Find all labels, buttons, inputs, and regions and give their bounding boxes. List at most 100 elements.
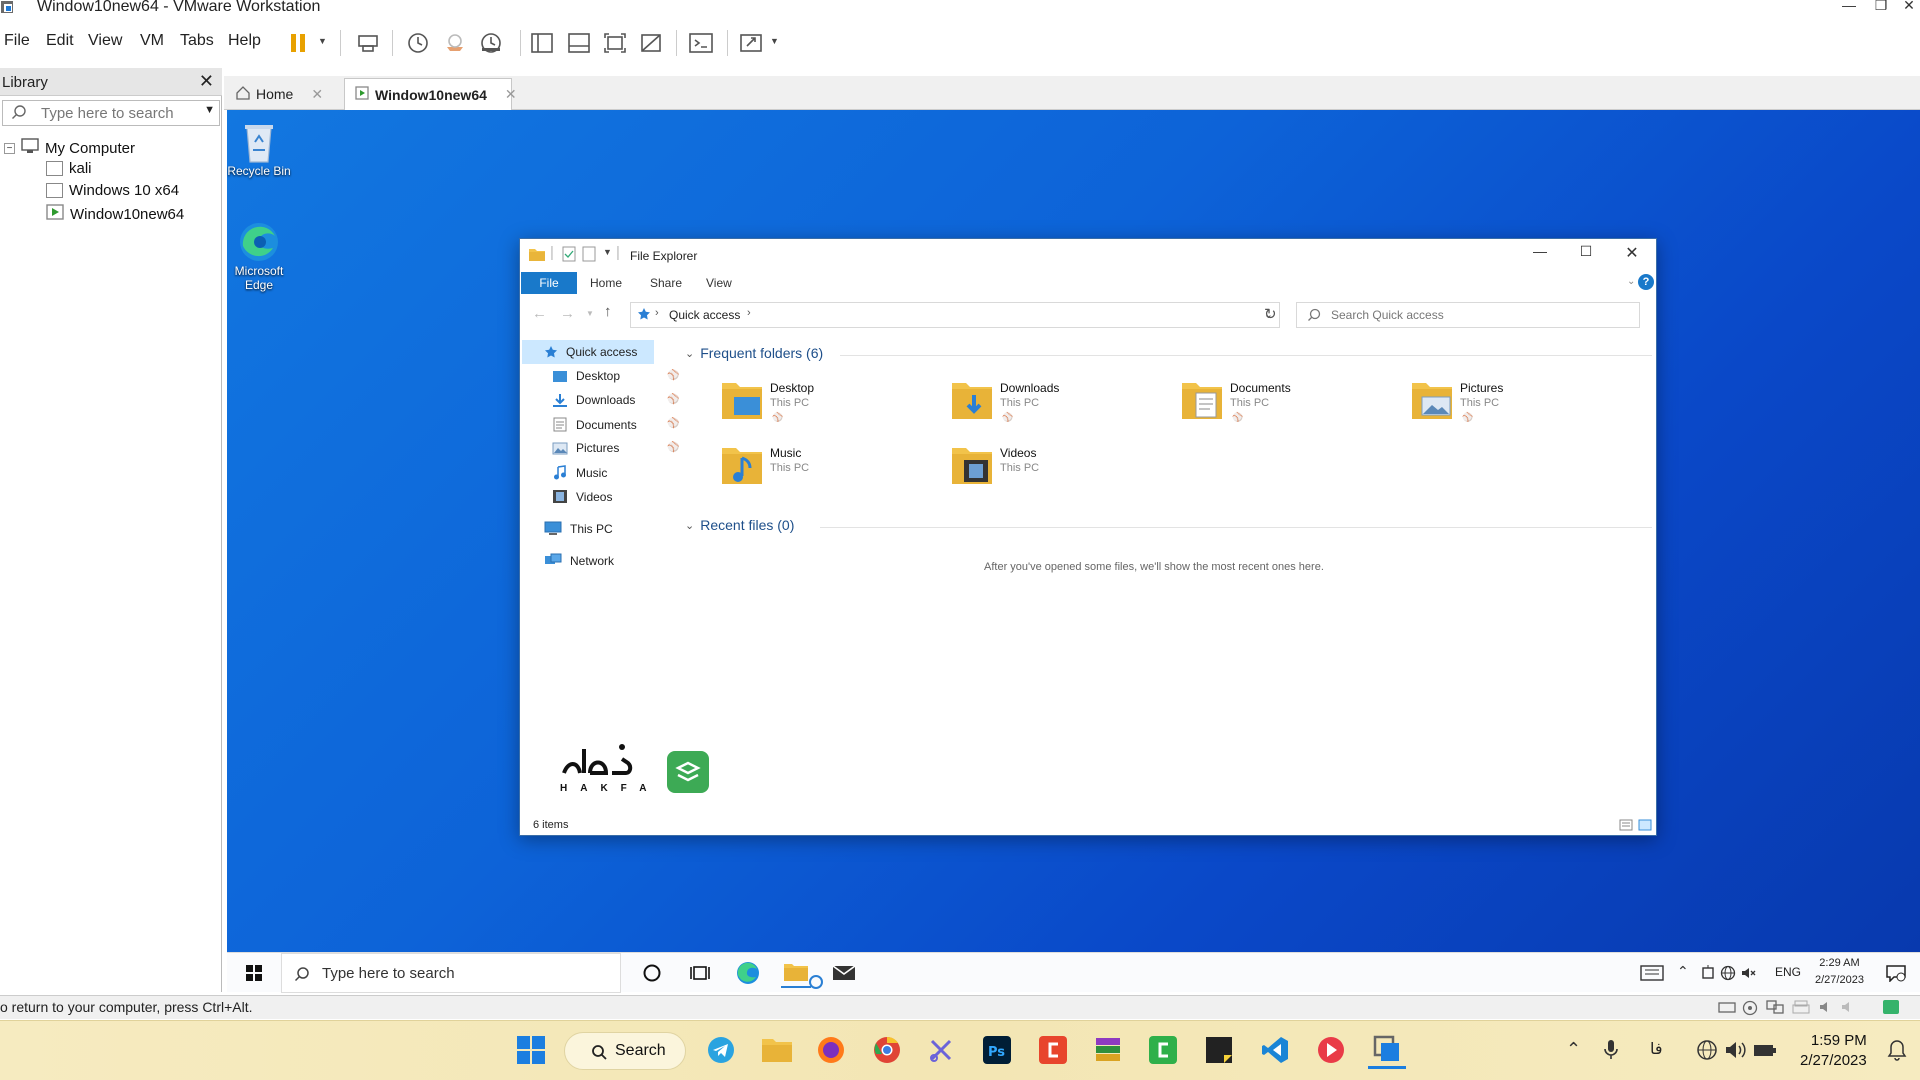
nav-downloads[interactable]: Downloads bbox=[552, 393, 635, 407]
cortana-icon[interactable] bbox=[637, 958, 667, 988]
stretch-guest-icon[interactable] bbox=[736, 28, 766, 58]
winrar-icon[interactable] bbox=[1089, 1031, 1127, 1069]
host-clock[interactable]: 1:59 PM 2/27/2023 bbox=[1800, 1031, 1867, 1071]
close-library-icon[interactable]: ✕ bbox=[199, 71, 214, 92]
menu-file[interactable]: File bbox=[4, 32, 30, 50]
tree-item-windows10[interactable]: Windows 10 x64 bbox=[46, 182, 179, 199]
nav-documents[interactable]: Documents bbox=[552, 417, 637, 432]
host-show-hidden-icons-icon[interactable]: ⌃ bbox=[1566, 1039, 1581, 1060]
menu-help[interactable]: Help bbox=[228, 32, 261, 50]
nav-quick-access[interactable]: Quick access bbox=[544, 345, 637, 359]
ribbon-tab-share[interactable]: Share bbox=[640, 272, 692, 294]
firefox-icon[interactable] bbox=[812, 1031, 850, 1069]
stretch-dropdown-icon[interactable]: ▼ bbox=[770, 36, 779, 46]
nav-network[interactable]: Network bbox=[544, 553, 614, 568]
sticky-notes-icon[interactable] bbox=[1200, 1031, 1238, 1069]
full-screen-icon[interactable] bbox=[600, 28, 630, 58]
thumbnail-bar-icon[interactable] bbox=[564, 28, 594, 58]
show-hidden-icons-icon[interactable]: ⌃ bbox=[1677, 963, 1689, 980]
pause-dropdown-icon[interactable]: ▼ bbox=[318, 36, 327, 46]
tab-home[interactable]: Home ✕ bbox=[226, 78, 328, 110]
search-dropdown-icon[interactable]: ▼ bbox=[204, 104, 215, 116]
tree-my-computer[interactable]: − My Computer bbox=[4, 138, 135, 158]
microphone-icon[interactable] bbox=[1592, 1031, 1630, 1069]
large-icons-view-icon[interactable] bbox=[1638, 818, 1652, 835]
quick-access-toolbar-dropdown-icon[interactable]: ▼ bbox=[603, 247, 612, 257]
refresh-icon[interactable]: ↻ bbox=[1264, 305, 1277, 323]
up-icon[interactable]: ↑ bbox=[604, 303, 612, 320]
hard-disk-icon[interactable] bbox=[1718, 1000, 1736, 1018]
new-folder-icon[interactable] bbox=[582, 246, 596, 266]
guest-desktop[interactable]: Recycle Bin Microsoft Edge | ▼ | File Ex… bbox=[227, 110, 1920, 952]
host-file-explorer-icon[interactable] bbox=[758, 1031, 796, 1069]
guest-clock[interactable]: 2:29 AM 2/27/2023 bbox=[1815, 955, 1864, 989]
console-view-icon[interactable] bbox=[686, 28, 716, 58]
help-icon[interactable]: ? bbox=[1638, 274, 1654, 290]
cd-dvd-icon[interactable] bbox=[1742, 1000, 1758, 1020]
nav-music[interactable]: Music bbox=[552, 465, 607, 480]
sound-muted-icon[interactable] bbox=[1840, 1000, 1856, 1018]
touch-keyboard-icon[interactable] bbox=[1637, 958, 1667, 988]
guest-language[interactable]: ENG bbox=[1775, 965, 1801, 979]
kinemaster-icon[interactable] bbox=[1312, 1031, 1350, 1069]
red-app-icon[interactable] bbox=[1034, 1031, 1072, 1069]
back-icon[interactable]: ← bbox=[532, 305, 547, 322]
menu-vm[interactable]: VM bbox=[140, 32, 164, 50]
pause-icon[interactable] bbox=[283, 28, 313, 58]
minimize-icon[interactable]: — bbox=[1834, 0, 1864, 13]
close-tab-icon[interactable]: ✕ bbox=[505, 86, 517, 103]
host-notifications-icon[interactable] bbox=[1878, 1031, 1916, 1069]
telegram-icon[interactable] bbox=[702, 1031, 740, 1069]
details-view-icon[interactable] bbox=[1619, 818, 1633, 835]
windows-start-icon[interactable] bbox=[512, 1031, 550, 1069]
nav-desktop[interactable]: Desktop bbox=[552, 369, 620, 383]
sound-card-icon[interactable] bbox=[1818, 1000, 1834, 1018]
folder-videos[interactable]: Videos This PC bbox=[950, 444, 1180, 500]
explorer-search-input[interactable]: Search Quick access bbox=[1296, 302, 1640, 328]
vscode-icon[interactable] bbox=[1256, 1031, 1294, 1069]
guest-search-box[interactable]: Type here to search bbox=[281, 953, 621, 993]
pin-icon[interactable]: ⚾ bbox=[667, 442, 679, 453]
properties-icon[interactable] bbox=[562, 246, 576, 266]
guest-file-explorer-icon[interactable] bbox=[781, 958, 811, 988]
folder-desktop[interactable]: Desktop This PC ⚾ bbox=[720, 379, 950, 435]
tab-window10new64[interactable]: Window10new64 ✕ bbox=[344, 78, 517, 110]
snapshot-manager-icon[interactable] bbox=[476, 28, 506, 58]
address-bar[interactable]: › Quick access › ⌄ bbox=[630, 302, 1280, 328]
revert-snapshot-icon[interactable] bbox=[440, 28, 470, 58]
unity-icon[interactable] bbox=[636, 28, 666, 58]
folder-music[interactable]: Music This PC bbox=[720, 444, 950, 500]
action-center-icon[interactable] bbox=[1881, 958, 1911, 988]
battery-icon[interactable] bbox=[1746, 1031, 1784, 1069]
desktop-icon-edge[interactable]: Microsoft Edge bbox=[227, 220, 299, 292]
host-search-button[interactable]: Search bbox=[564, 1032, 686, 1070]
nav-videos[interactable]: Videos bbox=[552, 489, 612, 504]
nav-this-pc[interactable]: This PC bbox=[544, 521, 613, 536]
breadcrumb-quick-access[interactable]: Quick access bbox=[669, 308, 740, 322]
forward-icon[interactable]: → bbox=[560, 305, 575, 322]
ribbon-tab-home[interactable]: Home bbox=[580, 272, 632, 294]
library-search-input[interactable]: Type here to search ▼ bbox=[2, 100, 220, 126]
explorer-minimize-icon[interactable]: — bbox=[1520, 243, 1560, 259]
folder-documents[interactable]: Documents This PC ⚾ bbox=[1180, 379, 1410, 435]
guest-edge-icon[interactable] bbox=[733, 958, 763, 988]
task-view-icon[interactable] bbox=[685, 958, 715, 988]
expand-ribbon-icon[interactable]: ⌄ bbox=[1627, 276, 1635, 287]
guest-start-icon[interactable] bbox=[239, 958, 269, 988]
explorer-close-icon[interactable]: ✕ bbox=[1612, 243, 1652, 263]
folder-downloads[interactable]: Downloads This PC ⚾ bbox=[950, 379, 1180, 435]
tree-item-window10new64[interactable]: Window10new64 bbox=[46, 204, 184, 224]
nav-pictures[interactable]: Pictures bbox=[552, 441, 619, 455]
explorer-maximize-icon[interactable]: ☐ bbox=[1566, 243, 1606, 260]
host-language[interactable]: فا bbox=[1650, 1039, 1663, 1059]
message-log-icon[interactable] bbox=[1882, 999, 1900, 1019]
ribbon-tab-file[interactable]: File bbox=[521, 272, 577, 294]
recent-files-header[interactable]: ⌄ Recent files (0) bbox=[685, 517, 794, 533]
show-library-icon[interactable] bbox=[527, 28, 557, 58]
network-adapter-icon[interactable] bbox=[1766, 1000, 1784, 1018]
recent-locations-icon[interactable]: ▼ bbox=[586, 309, 594, 318]
snapshot-icon[interactable] bbox=[403, 28, 433, 58]
printer-icon[interactable] bbox=[1792, 1000, 1810, 1018]
vmware-workstation-icon[interactable] bbox=[1368, 1031, 1406, 1069]
pin-icon[interactable]: ⚾ bbox=[667, 418, 679, 429]
